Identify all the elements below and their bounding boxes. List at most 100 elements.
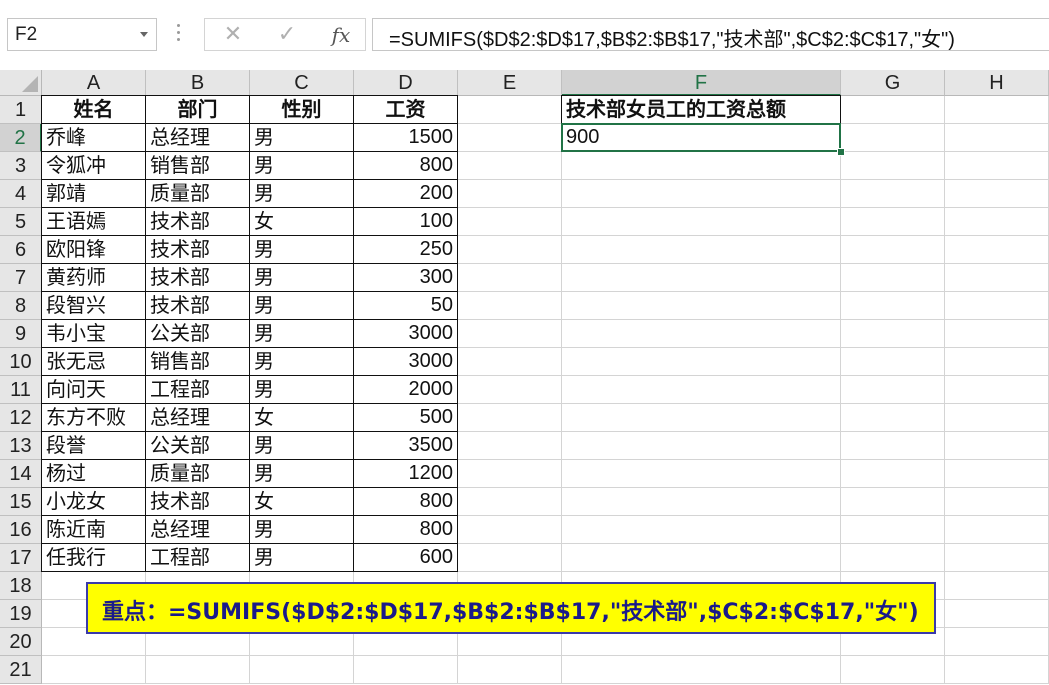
cell-h16[interactable] bbox=[945, 516, 1049, 544]
cell-f12[interactable] bbox=[562, 404, 841, 432]
cell-d4[interactable]: 200 bbox=[353, 179, 458, 208]
cell-c7[interactable]: 男 bbox=[249, 263, 354, 292]
cell-h6[interactable] bbox=[945, 236, 1049, 264]
cell-h9[interactable] bbox=[945, 320, 1049, 348]
cell-c5[interactable]: 女 bbox=[249, 207, 354, 236]
cell-g15[interactable] bbox=[841, 488, 945, 516]
cell-b7[interactable]: 技术部 bbox=[145, 263, 250, 292]
cell-b16[interactable]: 总经理 bbox=[145, 515, 250, 544]
row-header-3[interactable]: 3 bbox=[0, 152, 42, 180]
cell-f7[interactable] bbox=[562, 264, 841, 292]
cell-b8[interactable]: 技术部 bbox=[145, 291, 250, 320]
row-header-5[interactable]: 5 bbox=[0, 208, 42, 236]
cell-b4[interactable]: 质量部 bbox=[145, 179, 250, 208]
row-header-12[interactable]: 12 bbox=[0, 404, 42, 432]
cell-b5[interactable]: 技术部 bbox=[145, 207, 250, 236]
fill-handle[interactable] bbox=[837, 148, 845, 156]
cell-a13[interactable]: 段誉 bbox=[41, 431, 146, 460]
row-header-20[interactable]: 20 bbox=[0, 628, 42, 656]
cell-a12[interactable]: 东方不败 bbox=[41, 403, 146, 432]
insert-function-icon[interactable]: fx bbox=[327, 22, 355, 48]
cell-d12[interactable]: 500 bbox=[353, 403, 458, 432]
cell-h2[interactable] bbox=[945, 124, 1049, 152]
cell-g16[interactable] bbox=[841, 516, 945, 544]
cell-f8[interactable] bbox=[562, 292, 841, 320]
row-header-13[interactable]: 13 bbox=[0, 432, 42, 460]
cell-f6[interactable] bbox=[562, 236, 841, 264]
cell-c13[interactable]: 男 bbox=[249, 431, 354, 460]
column-header-f[interactable]: F bbox=[562, 70, 841, 96]
row-header-9[interactable]: 9 bbox=[0, 320, 42, 348]
cell-d6[interactable]: 250 bbox=[353, 235, 458, 264]
cell-c3[interactable]: 男 bbox=[249, 151, 354, 180]
cell-e15[interactable] bbox=[458, 488, 562, 516]
cell-e9[interactable] bbox=[458, 320, 562, 348]
cell-d10[interactable]: 3000 bbox=[353, 347, 458, 376]
cell-g7[interactable] bbox=[841, 264, 945, 292]
cell-g13[interactable] bbox=[841, 432, 945, 460]
formula-input[interactable]: =SUMIFS($D$2:$D$17,$B$2:$B$17,"技术部",$C$2… bbox=[372, 18, 1049, 51]
cell-b21[interactable] bbox=[146, 656, 250, 684]
cell-e11[interactable] bbox=[458, 376, 562, 404]
cell-d17[interactable]: 600 bbox=[353, 543, 458, 572]
cell-a17[interactable]: 任我行 bbox=[41, 543, 146, 572]
cell-g8[interactable] bbox=[841, 292, 945, 320]
cell-a9[interactable]: 韦小宝 bbox=[41, 319, 146, 348]
cell-c11[interactable]: 男 bbox=[249, 375, 354, 404]
cell-f3[interactable] bbox=[562, 152, 841, 180]
cell-a2[interactable]: 乔峰 bbox=[41, 123, 146, 152]
row-header-2[interactable]: 2 bbox=[0, 124, 42, 152]
select-all-button[interactable] bbox=[0, 70, 42, 96]
row-header-21[interactable]: 21 bbox=[0, 656, 42, 684]
cell-f5[interactable] bbox=[562, 208, 841, 236]
cell-e7[interactable] bbox=[458, 264, 562, 292]
cell-h17[interactable] bbox=[945, 544, 1049, 572]
cell-b12[interactable]: 总经理 bbox=[145, 403, 250, 432]
cell-c4[interactable]: 男 bbox=[249, 179, 354, 208]
cell-d21[interactable] bbox=[354, 656, 458, 684]
column-header-g[interactable]: G bbox=[841, 70, 945, 96]
cell-g9[interactable] bbox=[841, 320, 945, 348]
cell-g2[interactable] bbox=[841, 124, 945, 152]
cell-e10[interactable] bbox=[458, 348, 562, 376]
cell-d1[interactable]: 工资 bbox=[353, 95, 458, 124]
cell-e14[interactable] bbox=[458, 460, 562, 488]
cell-a5[interactable]: 王语嫣 bbox=[41, 207, 146, 236]
cell-a6[interactable]: 欧阳锋 bbox=[41, 235, 146, 264]
cell-d11[interactable]: 2000 bbox=[353, 375, 458, 404]
cell-g1[interactable] bbox=[841, 96, 945, 124]
cell-d16[interactable]: 800 bbox=[353, 515, 458, 544]
drag-handle-icon[interactable] bbox=[177, 24, 181, 44]
cell-e17[interactable] bbox=[458, 544, 562, 572]
cell-c12[interactable]: 女 bbox=[249, 403, 354, 432]
cell-f14[interactable] bbox=[562, 460, 841, 488]
cell-d14[interactable]: 1200 bbox=[353, 459, 458, 488]
cell-h15[interactable] bbox=[945, 488, 1049, 516]
cell-d5[interactable]: 100 bbox=[353, 207, 458, 236]
cell-h18[interactable] bbox=[945, 572, 1049, 600]
cell-e21[interactable] bbox=[458, 656, 562, 684]
column-header-a[interactable]: A bbox=[42, 70, 146, 96]
cell-h20[interactable] bbox=[945, 628, 1049, 656]
cell-a16[interactable]: 陈近南 bbox=[41, 515, 146, 544]
cell-g17[interactable] bbox=[841, 544, 945, 572]
cell-f4[interactable] bbox=[562, 180, 841, 208]
cell-e8[interactable] bbox=[458, 292, 562, 320]
cell-c1[interactable]: 性别 bbox=[249, 95, 354, 124]
cell-f2[interactable]: 900 bbox=[562, 124, 841, 152]
cell-a3[interactable]: 令狐冲 bbox=[41, 151, 146, 180]
cell-h5[interactable] bbox=[945, 208, 1049, 236]
cell-h8[interactable] bbox=[945, 292, 1049, 320]
cell-d2[interactable]: 1500 bbox=[353, 123, 458, 152]
cell-b14[interactable]: 质量部 bbox=[145, 459, 250, 488]
cell-h21[interactable] bbox=[945, 656, 1049, 684]
cell-a8[interactable]: 段智兴 bbox=[41, 291, 146, 320]
cell-b9[interactable]: 公关部 bbox=[145, 319, 250, 348]
cell-g21[interactable] bbox=[841, 656, 945, 684]
cell-b13[interactable]: 公关部 bbox=[145, 431, 250, 460]
name-box[interactable]: F2 bbox=[7, 18, 157, 51]
cell-e1[interactable] bbox=[458, 96, 562, 124]
cell-h4[interactable] bbox=[945, 180, 1049, 208]
row-header-19[interactable]: 19 bbox=[0, 600, 42, 628]
cell-b15[interactable]: 技术部 bbox=[145, 487, 250, 516]
